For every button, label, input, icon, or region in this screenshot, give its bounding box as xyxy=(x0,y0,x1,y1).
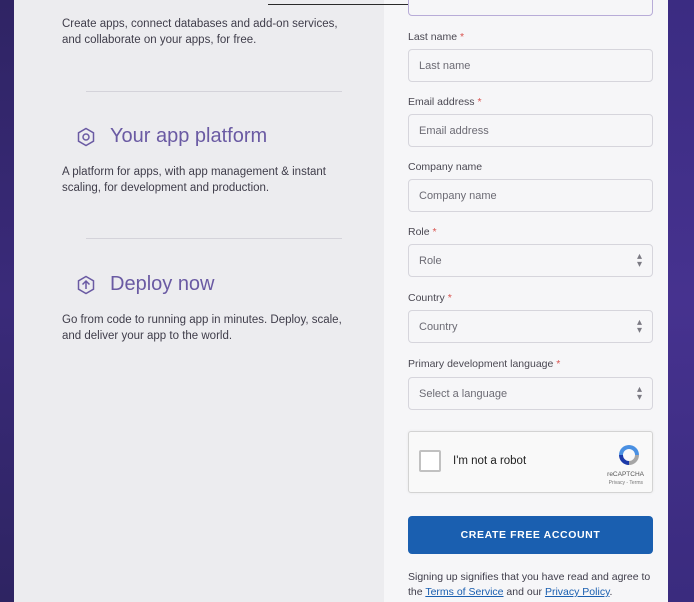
legal-notice: Signing up signifies that you have read … xyxy=(408,571,651,598)
create-account-button[interactable]: CREATE FREE ACCOUNT xyxy=(408,516,653,554)
country-label: Country * xyxy=(408,292,452,304)
language-select[interactable]: Select a language ▴ ▾ xyxy=(408,377,653,410)
last-name-label: Last name * xyxy=(408,31,465,43)
language-value: Select a language xyxy=(419,387,508,400)
divider xyxy=(86,91,342,92)
recaptcha-logo-icon xyxy=(616,442,642,468)
feature-description-platform: A platform for apps, with app management… xyxy=(62,166,327,194)
role-select[interactable]: Role ▴ ▾ xyxy=(408,244,653,277)
recaptcha-label: I'm not a robot xyxy=(453,455,527,467)
company-placeholder: Company name xyxy=(419,189,497,202)
select-arrows-icon: ▴ ▾ xyxy=(636,316,642,336)
select-arrows-icon: ▴ ▾ xyxy=(636,383,642,403)
background-right xyxy=(668,0,694,602)
recaptcha-widget: I'm not a robot reCAPTCHA Privacy - Term… xyxy=(408,431,653,493)
role-value: Role xyxy=(419,254,442,267)
last-name-placeholder: Last name xyxy=(419,59,471,72)
upload-arrow-icon xyxy=(76,275,96,295)
feature-title-text: Deploy now xyxy=(110,273,215,295)
first-name-field[interactable] xyxy=(408,0,653,16)
feature-title-text: Your app platform xyxy=(110,125,268,147)
hexagon-icon xyxy=(76,127,96,147)
email-input[interactable]: Email address xyxy=(408,114,653,147)
company-input[interactable]: Company name xyxy=(408,179,653,212)
terms-link[interactable]: Terms of Service xyxy=(425,586,503,598)
company-label: Company name xyxy=(408,161,483,173)
top-divider xyxy=(268,4,418,5)
privacy-link[interactable]: Privacy Policy xyxy=(545,586,610,598)
background-left xyxy=(0,0,14,602)
recaptcha-brand: reCAPTCHA xyxy=(607,471,644,478)
country-value: Country xyxy=(419,320,458,333)
feature-title-platform: Your app platform xyxy=(76,125,267,148)
last-name-input[interactable]: Last name xyxy=(408,49,653,82)
recaptcha-links[interactable]: Privacy - Terms xyxy=(609,480,643,486)
email-label: Email address * xyxy=(408,96,482,108)
intro-text: Create apps, connect databases and add-o… xyxy=(62,18,338,46)
country-select[interactable]: Country ▴ ▾ xyxy=(408,310,653,343)
feature-title-deploy: Deploy now xyxy=(76,273,215,296)
role-label: Role * xyxy=(408,226,437,238)
feature-description-deploy: Go from code to running app in minutes. … xyxy=(62,314,342,342)
language-label: Primary development language * xyxy=(408,358,561,370)
select-arrows-icon: ▴ ▾ xyxy=(636,250,642,270)
email-placeholder: Email address xyxy=(419,124,489,137)
divider xyxy=(86,238,342,239)
recaptcha-checkbox[interactable] xyxy=(419,450,441,472)
